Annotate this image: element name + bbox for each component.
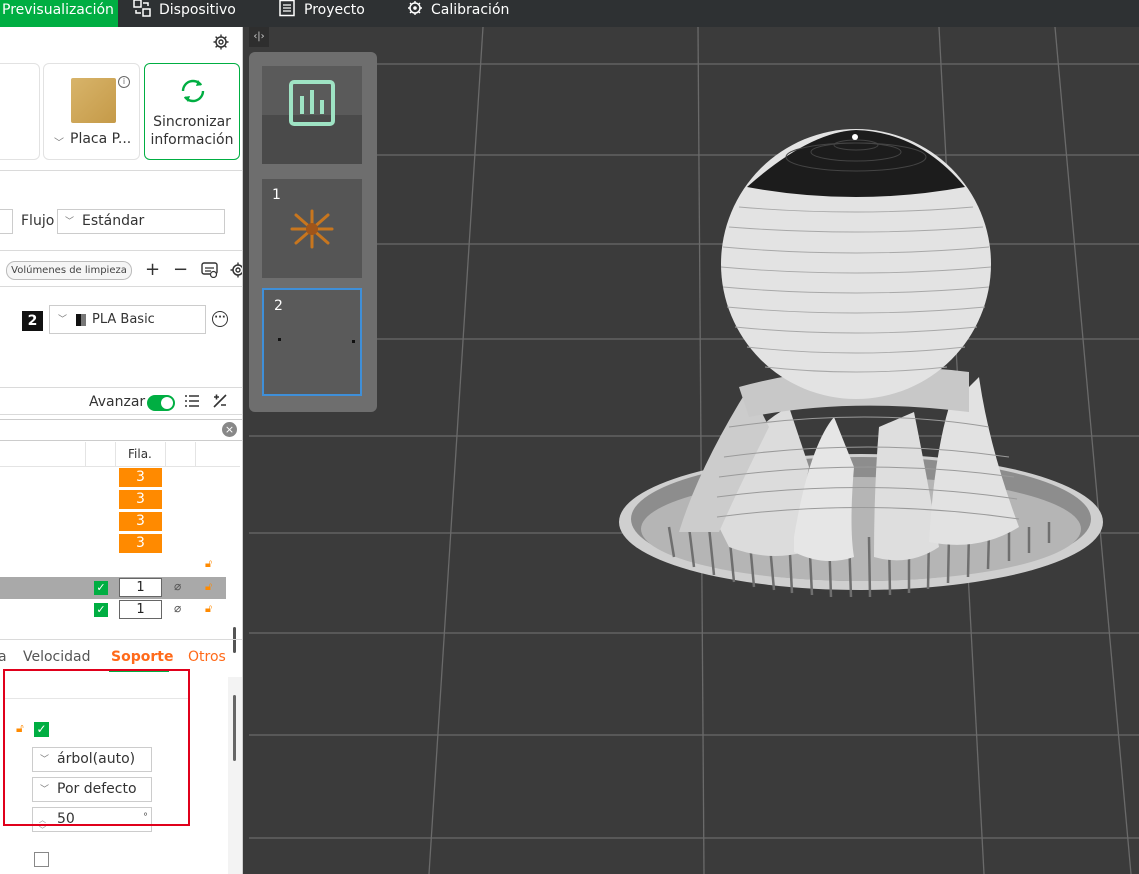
filament-slot-number: 2 — [22, 311, 43, 331]
filament-badge[interactable]: 3 — [119, 534, 162, 553]
row-value-input[interactable]: 1 — [119, 600, 162, 619]
column-separator — [85, 442, 86, 466]
tab-speed[interactable]: Velocidad — [23, 649, 91, 665]
plate-preview-dot — [352, 340, 355, 343]
unlock-icon[interactable]: 🔓︎ — [205, 602, 212, 616]
purge-volumes-button[interactable]: Volúmenes de limpieza — [6, 261, 132, 280]
properties-scrollbar[interactable] — [233, 695, 236, 761]
row-checkbox[interactable]: ✓ — [94, 603, 108, 617]
plate-preview-model — [290, 209, 334, 249]
chevron-down-icon: ﹀ — [65, 217, 75, 227]
collapse-sidebar-button[interactable]: ‹|› — [249, 27, 269, 47]
filament-column-header: Fila. — [128, 447, 152, 461]
unlock-icon[interactable]: 🔓︎ — [205, 557, 212, 571]
add-filament-icon[interactable]: + — [145, 261, 160, 279]
project-icon — [279, 0, 295, 17]
divider — [0, 387, 242, 388]
tab-preview-label: Previsualización — [2, 2, 114, 18]
sync-label-line2: información — [150, 132, 234, 148]
tab-project-label: Proyecto — [304, 2, 365, 18]
plate-number: 1 — [272, 187, 281, 203]
list-view-icon[interactable] — [184, 393, 200, 409]
plate-thumbnail-2[interactable]: 2 — [262, 288, 362, 396]
chevron-down-icon: ﹀ — [54, 138, 64, 149]
plate-preview-dot — [278, 338, 281, 341]
chevron-down-icon: ﹀ — [58, 315, 68, 325]
device-icon — [133, 0, 151, 17]
tab-others[interactable]: Otros — [188, 649, 226, 665]
collapse-icon: ‹|› — [253, 31, 265, 42]
filament-sync-icon[interactable] — [201, 262, 218, 278]
filament-material: PLA Basic — [92, 312, 155, 327]
tab-calibration-label: Calibración — [431, 2, 510, 18]
filament-color-swatch — [76, 314, 86, 326]
plate-thumbnail-stats[interactable] — [262, 66, 362, 164]
column-separator — [115, 442, 116, 466]
header-divider — [0, 466, 240, 467]
row-value-input[interactable]: 1 — [119, 578, 162, 597]
filament-badge[interactable]: 3 — [119, 468, 162, 487]
divider — [0, 170, 242, 171]
tab-support[interactable]: Soporte — [111, 649, 173, 665]
tab-calibration[interactable]: Calibración — [407, 0, 509, 27]
sync-label: Sincronizar información — [145, 113, 239, 149]
compare-icon[interactable] — [212, 393, 228, 409]
nozzle-select[interactable] — [0, 209, 13, 234]
table-row-selected[interactable] — [0, 577, 226, 599]
column-separator — [195, 442, 196, 466]
highlight-annotation-box — [3, 669, 190, 826]
info-icon[interactable]: i — [118, 76, 130, 88]
tab-preview[interactable]: Previsualización — [0, 0, 118, 27]
tab-device-label: Dispositivo — [159, 2, 236, 18]
modifier-icon[interactable]: ⌀ — [174, 601, 181, 615]
plate-type-label: Placa P... — [70, 131, 132, 147]
toggle-knob — [161, 397, 173, 409]
more-options-icon[interactable]: ··· — [212, 311, 228, 327]
flow-select[interactable]: ﹀ Estándar — [57, 209, 225, 234]
filament-settings-gear-icon[interactable] — [230, 262, 243, 278]
remove-filament-icon[interactable]: − — [173, 261, 188, 279]
divider — [0, 250, 242, 251]
support-option-checkbox[interactable] — [34, 852, 49, 867]
filament-select[interactable]: ﹀ PLA Basic — [49, 305, 206, 334]
sync-info-button[interactable]: Sincronizar información — [144, 63, 240, 160]
sync-label-line1: Sincronizar — [153, 114, 231, 130]
sync-icon — [181, 79, 205, 103]
plate-number: 2 — [274, 298, 283, 314]
plate-thumbnail-1[interactable]: 1 — [262, 179, 362, 278]
tab-partial[interactable]: a — [0, 649, 7, 665]
top-bar: Previsualización Dispositivo Proyecto Ca… — [0, 0, 1139, 27]
filament-badge[interactable]: 3 — [119, 490, 162, 509]
advanced-toggle[interactable] — [147, 395, 175, 411]
flow-value: Estándar — [82, 213, 145, 229]
object-search-input[interactable] — [0, 419, 242, 441]
divider — [0, 414, 242, 415]
tab-project[interactable]: Proyecto — [278, 0, 365, 27]
divider — [0, 286, 242, 287]
row-checkbox[interactable]: ✓ — [94, 581, 108, 595]
plates-panel: 1 2 — [249, 52, 377, 412]
plate-image — [71, 78, 116, 123]
divider — [0, 639, 242, 640]
printer-settings-gear-icon[interactable] — [213, 34, 229, 50]
modifier-icon[interactable]: ⌀ — [174, 579, 181, 593]
object-table: Fila. 3 3 3 3 🔓︎ ✓ 1 ⌀ 🔓︎ ✓ 1 ⌀ 🔓︎ — [0, 442, 242, 653]
clear-search-icon[interactable]: × — [222, 422, 237, 437]
slice-stats-icon — [262, 66, 362, 164]
column-separator — [165, 442, 166, 466]
viewport-canvas — [249, 26, 1139, 874]
advanced-label: Avanzar — [89, 394, 146, 410]
3d-viewport[interactable] — [249, 26, 1139, 874]
calibration-icon — [408, 1, 422, 15]
filament-badge[interactable]: 3 — [119, 512, 162, 531]
unlock-icon[interactable]: 🔓︎ — [205, 580, 212, 594]
tab-device[interactable]: Dispositivo — [133, 0, 236, 27]
printer-card[interactable] — [0, 63, 40, 160]
flow-label: Flujo — [21, 213, 55, 229]
